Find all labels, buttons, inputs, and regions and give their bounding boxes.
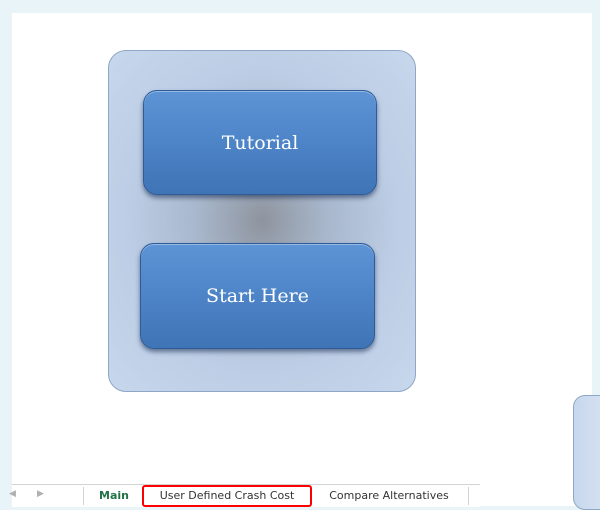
divider — [83, 487, 84, 505]
tutorial-button-label: Tutorial — [221, 131, 299, 154]
tutorial-button[interactable]: Tutorial — [143, 90, 377, 195]
start-here-button-label: Start Here — [206, 285, 309, 307]
divider — [468, 487, 469, 505]
tab-user-defined-crash-cost[interactable]: User Defined Crash Cost — [142, 485, 312, 507]
triangle-left-icon[interactable]: ◀ — [9, 489, 16, 499]
partial-shape — [573, 395, 600, 510]
tab-compare-alternatives[interactable]: Compare Alternatives — [316, 485, 462, 507]
sheet-tab-bar: ◀ ▶ Main User Defined Crash Cost Compare… — [9, 484, 480, 507]
start-here-button[interactable]: Start Here — [140, 243, 375, 349]
tab-main[interactable]: Main — [92, 485, 136, 507]
triangle-right-icon[interactable]: ▶ — [37, 489, 44, 499]
